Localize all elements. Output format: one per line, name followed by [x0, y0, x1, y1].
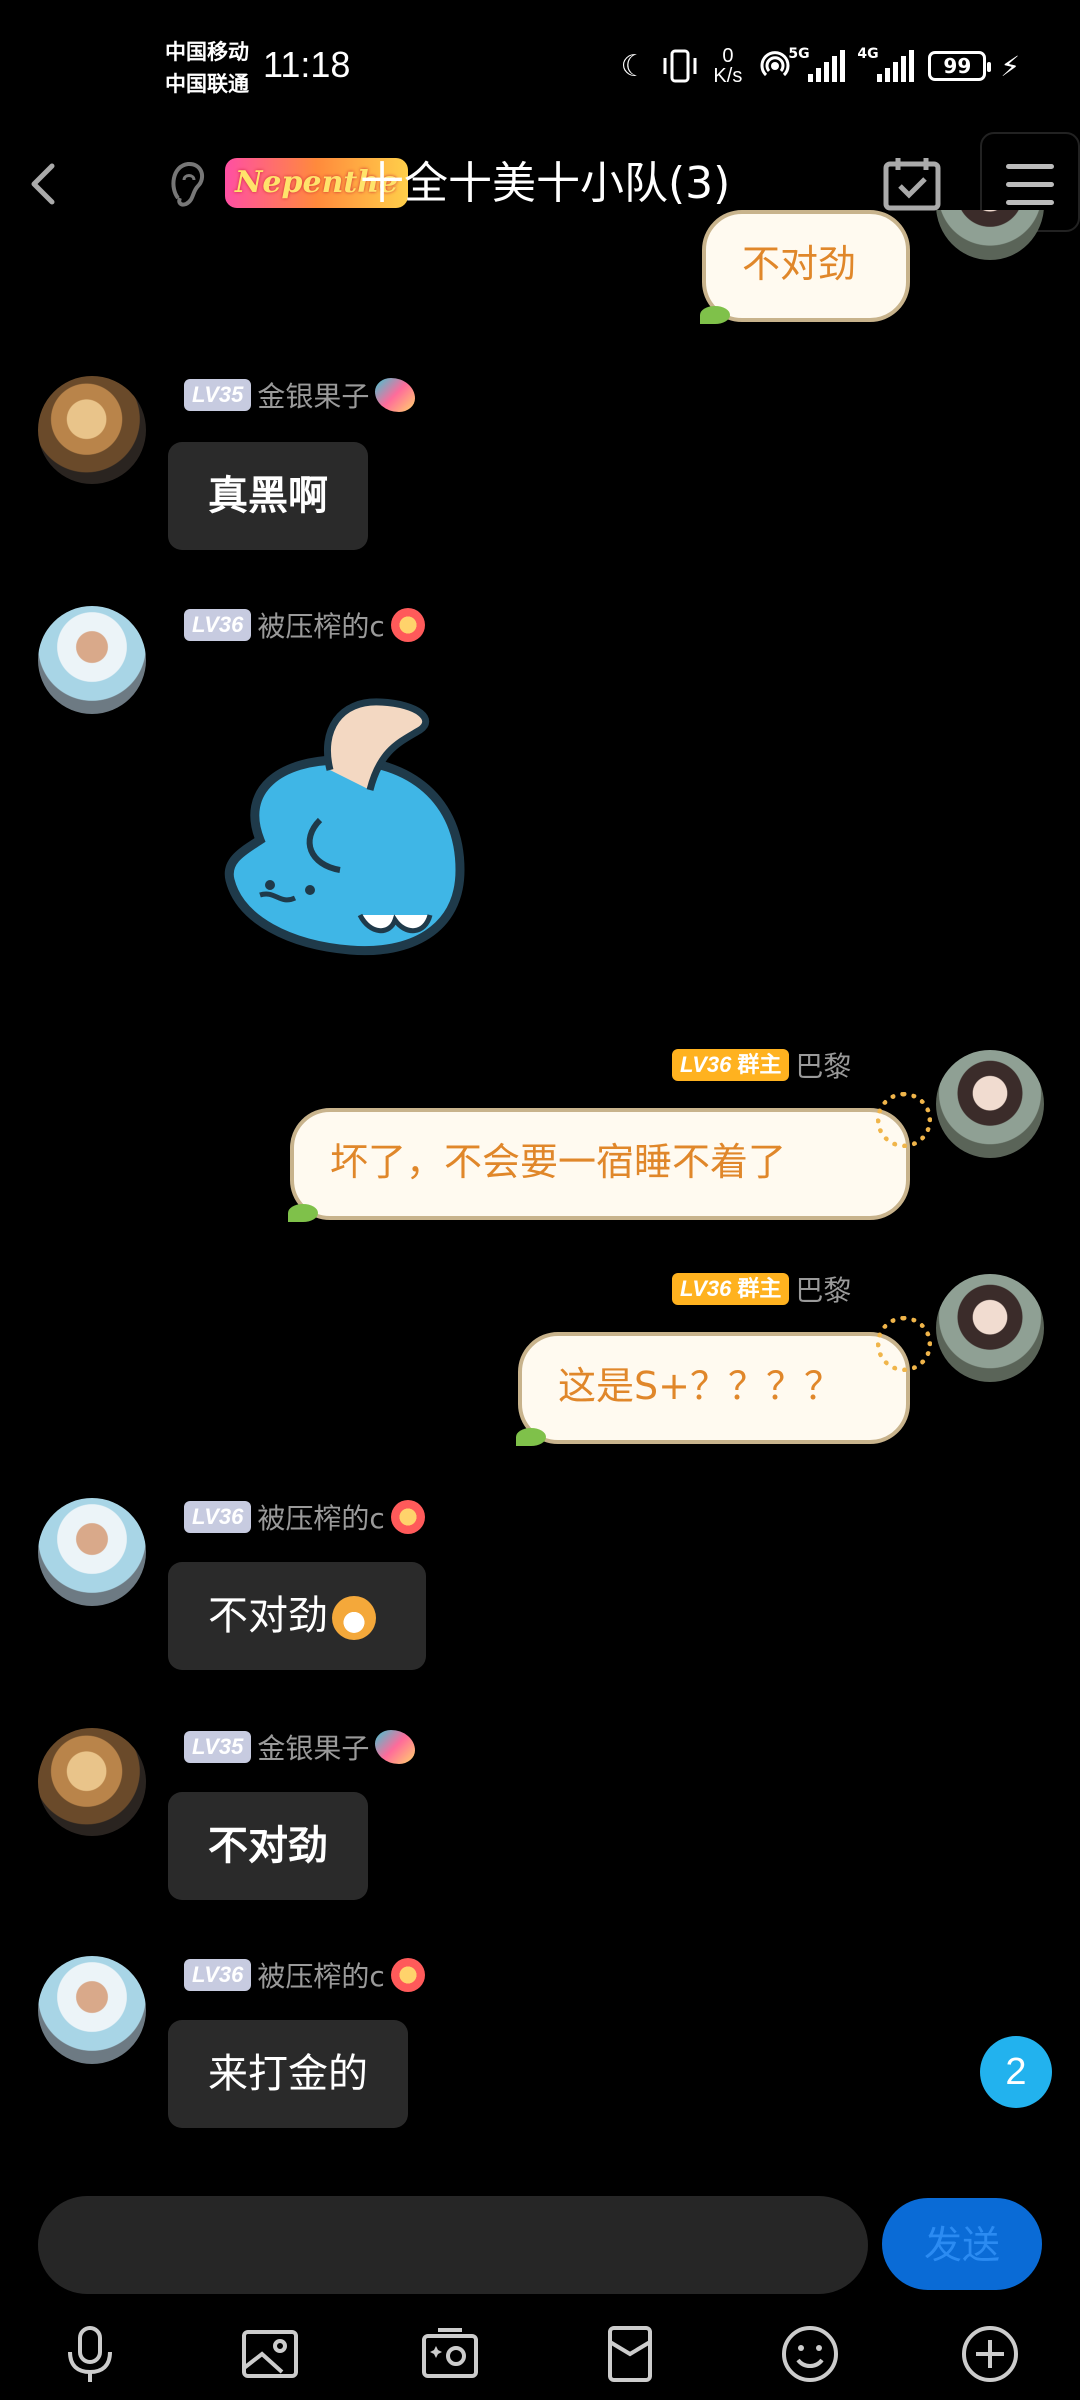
level-text: LV36: [680, 1276, 732, 1301]
charging-icon: ⚡: [1000, 49, 1020, 83]
sender-name[interactable]: 被压榨的c: [257, 1497, 384, 1537]
shiba-emoji-icon: [332, 1596, 376, 1640]
sender-meta: LV36 被压榨的c: [184, 605, 425, 645]
carrier-2: 中国联通: [165, 72, 249, 96]
blue-cat-sticker[interactable]: [220, 690, 470, 960]
avatar[interactable]: [38, 1728, 146, 1836]
message-bubble[interactable]: 不对劲: [168, 1562, 426, 1670]
chevron-left-icon: [31, 163, 55, 205]
message-text: 坏了，不会要一宿睡不着了: [330, 1140, 787, 1184]
net-speed-value: 0: [722, 45, 734, 67]
avatar[interactable]: [38, 376, 146, 484]
message-bubble[interactable]: 不对劲: [700, 210, 910, 324]
message-text: 不对劲: [208, 1823, 328, 1869]
role-badge: 群主: [737, 1277, 782, 1302]
level-badge: LV36: [184, 609, 252, 641]
status-bar: 中国移动 中国联通 11:18 ☾ 0 K/s 5G 4G 99 ⚡: [0, 0, 1080, 130]
avatar[interactable]: [936, 1274, 1044, 1382]
carrier-1: 中国移动: [165, 40, 249, 64]
red-packet-icon: [608, 2326, 652, 2382]
message-text: 真黑啊: [208, 473, 328, 519]
sender-name[interactable]: 被压榨的c: [257, 605, 384, 645]
input-toolbar: [0, 2300, 1080, 2400]
battery-icon: 99: [928, 51, 992, 81]
plus-icon: [962, 2326, 1018, 2382]
unread-count-badge[interactable]: 2: [980, 2036, 1052, 2108]
message-text: 这是S+？？？？: [558, 1364, 842, 1408]
level-badge: LV36 群主: [672, 1273, 790, 1305]
more-button[interactable]: [958, 2322, 1022, 2386]
chat-header: Nepenthe 十全十美十小队(3): [0, 130, 1080, 240]
dragon-badge-icon: [375, 1730, 416, 1764]
flower-badge-icon: [390, 1958, 425, 1992]
level-badge: LV35: [184, 379, 252, 411]
message-bubble[interactable]: 来打金的: [168, 2020, 408, 2128]
sender-meta: LV36 被压榨的c: [184, 1497, 425, 1537]
ear-icon: [171, 162, 205, 207]
level-text: LV36: [680, 1052, 732, 1077]
level-badge: LV36 群主: [672, 1049, 790, 1081]
voice-button[interactable]: [58, 2322, 122, 2386]
sender-name[interactable]: 金银果子: [257, 1727, 369, 1767]
sun-decoration-icon: [876, 1092, 932, 1148]
role-badge: 群主: [737, 1053, 782, 1078]
sender-meta: LV35 金银果子: [184, 1727, 416, 1767]
net-speed-unit: K/s: [713, 65, 743, 87]
level-badge: LV36: [184, 1959, 252, 1991]
sender-name[interactable]: 被压榨的c: [257, 1955, 384, 1995]
red-packet-button[interactable]: [598, 2322, 662, 2386]
avatar[interactable]: [38, 606, 146, 714]
chat-title[interactable]: 十全十美十小队(3): [360, 150, 730, 218]
message-bubble[interactable]: 不对劲: [168, 1792, 368, 1900]
carrier-labels: 中国移动 中国联通: [165, 36, 249, 100]
signal-5g-icon: 5G: [788, 46, 846, 82]
image-button[interactable]: [238, 2322, 302, 2386]
calendar-check-icon: [883, 158, 941, 211]
message-bubble[interactable]: 真黑啊: [168, 442, 368, 550]
dragon-badge-icon: [375, 378, 416, 412]
send-button[interactable]: 发送: [882, 2198, 1042, 2290]
sun-decoration-icon: [876, 1316, 932, 1372]
battery-level: 99: [943, 54, 972, 78]
sender-meta: LV36 群主 巴黎: [672, 1269, 851, 1309]
sender-name[interactable]: 巴黎: [795, 1269, 851, 1309]
message-bubble[interactable]: 这是S+？？？？: [516, 1332, 910, 1446]
camera-icon: [422, 2328, 478, 2378]
status-icons: ☾ 0 K/s 5G 4G 99 ⚡: [621, 44, 1020, 88]
back-button[interactable]: [14, 154, 74, 214]
sender-name[interactable]: 巴黎: [795, 1045, 851, 1085]
message-text: 来打金的: [208, 2051, 368, 2097]
flower-badge-icon: [390, 608, 425, 642]
message-input[interactable]: [38, 2196, 868, 2294]
avatar[interactable]: [38, 1498, 146, 1606]
message-bubble[interactable]: 坏了，不会要一宿睡不着了: [288, 1108, 910, 1222]
net-speed: 0 K/s: [713, 46, 742, 86]
message-text: 不对劲: [742, 242, 857, 286]
sender-meta: LV35 金银果子: [184, 375, 416, 415]
vibrate-icon: [661, 48, 699, 84]
sender-meta: LV36 被压榨的c: [184, 1955, 425, 1995]
sender-name[interactable]: 金银果子: [257, 375, 369, 415]
signal-5g-label: 5G: [788, 46, 810, 62]
image-icon: [242, 2330, 298, 2378]
earpiece-mode-button[interactable]: [168, 158, 208, 212]
signal-4g-icon: 4G: [857, 46, 915, 82]
level-badge: LV35: [184, 1731, 252, 1763]
avatar[interactable]: [936, 1050, 1044, 1158]
status-time: 11:18: [263, 44, 351, 85]
signal-4g-label: 4G: [857, 46, 879, 62]
group-checkin-button[interactable]: [880, 152, 944, 216]
sender-meta: LV36 群主 巴黎: [672, 1045, 851, 1085]
emoji-icon: [782, 2326, 838, 2382]
flower-badge-icon: [390, 1500, 425, 1534]
level-badge: LV36: [184, 1501, 252, 1533]
microphone-icon: [68, 2326, 112, 2382]
avatar[interactable]: [38, 1956, 146, 2064]
message-text: 不对劲: [208, 1593, 328, 1639]
camera-button[interactable]: [418, 2322, 482, 2386]
emoji-button[interactable]: [778, 2322, 842, 2386]
moon-icon: ☾: [620, 48, 648, 84]
menu-icon: [1006, 164, 1054, 169]
